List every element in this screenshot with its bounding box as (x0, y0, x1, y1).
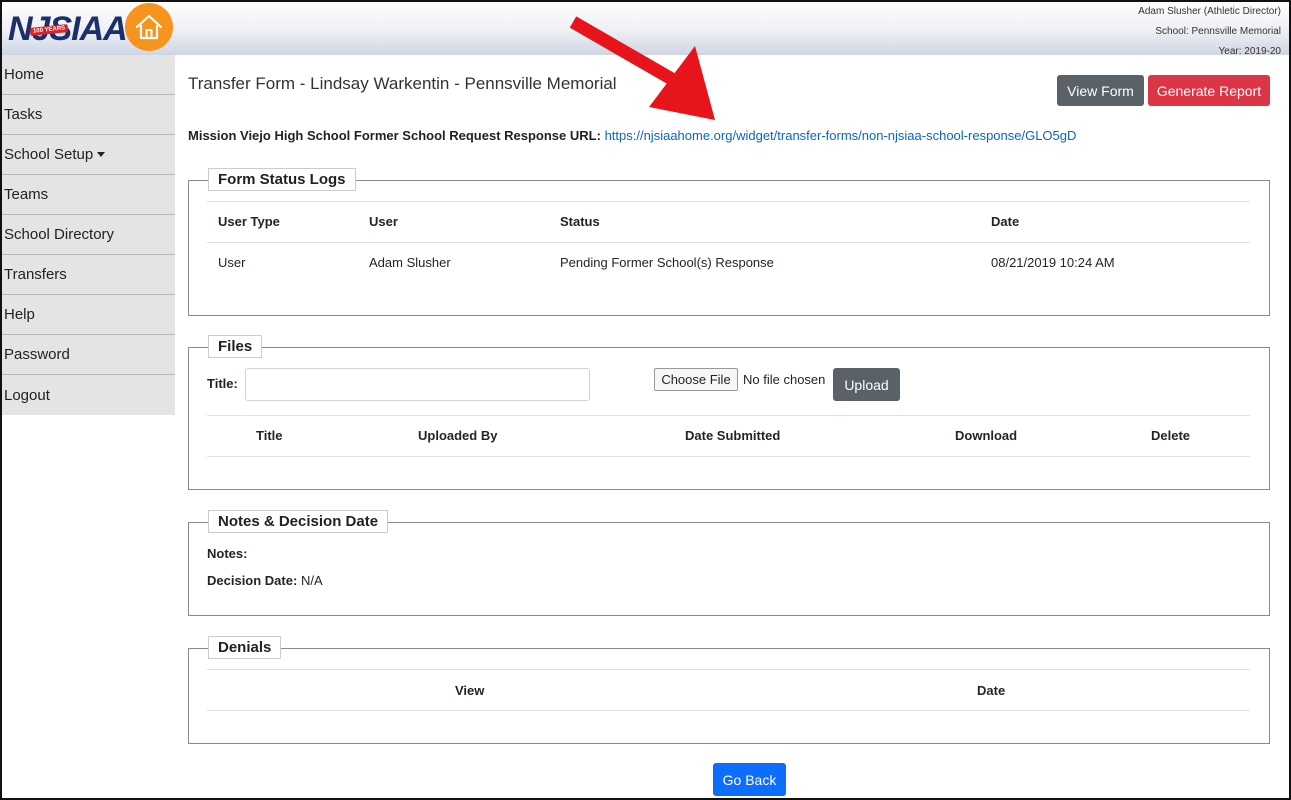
no-file-chosen-text: No file chosen (743, 372, 826, 387)
view-form-button[interactable]: View Form (1057, 75, 1144, 106)
files-legend: Files (208, 335, 263, 358)
user-school: School: Pennsville Memorial (1155, 26, 1281, 37)
col-header-date: Date (977, 683, 1006, 698)
col-header-date-submitted: Date Submitted (685, 428, 781, 443)
response-url-line: Mission Viejo High School Former School … (188, 128, 1076, 143)
notes-panel: Notes & Decision Date Notes: Decision Da… (188, 510, 1270, 616)
decision-date: Decision Date: N/A (207, 573, 323, 588)
response-url-link[interactable]: https://njsiaahome.org/widget/transfer-f… (605, 128, 1077, 143)
col-header-uploaded-by: Uploaded By (418, 428, 498, 443)
col-header-download: Download (955, 428, 1018, 443)
divider (207, 669, 1250, 670)
home-icon[interactable] (125, 3, 173, 51)
sidebar-item-label: Transfers (4, 266, 67, 283)
divider (207, 242, 1250, 243)
red-arrow-icon (569, 16, 715, 120)
sidebar-item-transfers[interactable]: Transfers (2, 255, 175, 295)
divider (207, 456, 1250, 457)
generate-report-button[interactable]: Generate Report (1148, 75, 1270, 106)
page-title: Transfer Form - Lindsay Warkentin - Penn… (188, 74, 617, 93)
choose-file-button[interactable]: Choose File (654, 368, 738, 391)
row-user-type: User (218, 255, 246, 270)
sidebar-item-school-setup[interactable]: School Setup (2, 135, 175, 175)
caret-down-icon (97, 152, 106, 157)
user-name: Adam Slusher (Athletic Director) (1138, 6, 1281, 17)
upload-button[interactable]: Upload (833, 368, 900, 401)
title-input[interactable] (245, 368, 590, 401)
sidebar-item-logout[interactable]: Logout (2, 375, 175, 415)
col-header-title: Title (256, 428, 283, 443)
col-header-date: Date (991, 214, 1020, 229)
row-status: Pending Former School(s) Response (560, 255, 774, 270)
denials-panel: Denials View Date (188, 636, 1270, 744)
row-user: Adam Slusher (369, 255, 451, 270)
njsiaa-logo[interactable]: NJSIAA 100 YEARS (8, 6, 128, 50)
sidebar-item-teams[interactable]: Teams (2, 175, 175, 215)
col-header-delete: Delete (1151, 428, 1191, 443)
sidebar-item-label: School Setup (4, 146, 94, 163)
sidebar-item-label: Logout (4, 386, 50, 404)
sidebar-item-label: Home (4, 66, 45, 83)
divider (207, 415, 1250, 416)
response-url-label: Mission Viejo High School Former School … (188, 128, 601, 143)
user-info: Adam Slusher (Athletic Director) School:… (1138, 2, 1281, 62)
sidebar-item-password[interactable]: Password (2, 335, 175, 375)
form-status-logs-panel: Form Status Logs User Type User Status D… (188, 168, 1270, 316)
col-header-status: Status (560, 214, 600, 229)
sidebar-item-school-directory[interactable]: School Directory (2, 215, 175, 255)
denials-legend: Denials (208, 636, 282, 659)
notes-label: Notes: (207, 546, 248, 561)
decision-date-label: Decision Date: (207, 573, 298, 588)
sidebar-item-home[interactable]: Home (2, 55, 175, 95)
sidebar-item-label: Teams (4, 186, 49, 203)
divider (207, 710, 1250, 711)
notes-legend: Notes & Decision Date (208, 510, 389, 533)
col-header-user-type: User Type (218, 214, 280, 229)
go-back-button[interactable]: Go Back (713, 763, 786, 796)
col-header-user: User (369, 214, 398, 229)
form-status-logs-legend: Form Status Logs (208, 168, 356, 191)
sidebar-item-label: Help (4, 306, 35, 323)
sidebar-item-help[interactable]: Help (2, 295, 175, 335)
sidebar: Home Tasks School Setup Teams School Dir… (2, 55, 175, 415)
sidebar-item-label: Tasks (4, 106, 43, 123)
decision-date-value: N/A (300, 573, 323, 588)
sidebar-item-label: School Directory (4, 226, 115, 243)
title-label: Title: (207, 376, 238, 391)
files-panel: Files Title: Choose File No file chosen … (188, 335, 1270, 490)
divider (207, 201, 1250, 202)
sidebar-item-tasks[interactable]: Tasks (2, 95, 175, 135)
sidebar-item-label: Password (4, 346, 70, 363)
col-header-view: View (455, 683, 485, 698)
user-year: Year: 2019-20 (1218, 46, 1281, 57)
row-date: 08/21/2019 10:24 AM (991, 255, 1115, 270)
